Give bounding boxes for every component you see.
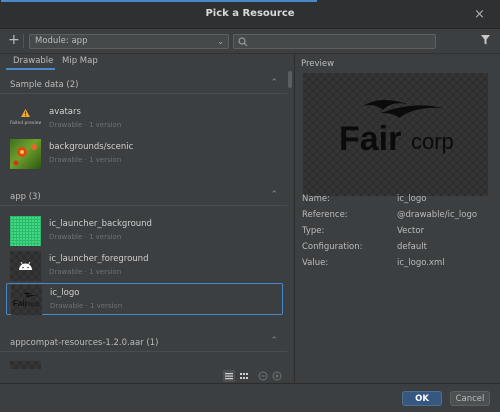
resource-item-ic-logo[interactable]: Fair corp ic_logo Drawable · 1 version xyxy=(6,283,283,315)
property-row: Name: ic_logo xyxy=(302,194,497,206)
fair-logo-thumb-icon: Fair corp xyxy=(13,292,40,308)
view-options-bar xyxy=(0,369,294,383)
failed-preview-label: Failed preview xyxy=(10,121,41,126)
section-header-app[interactable]: app (3) ⌃ xyxy=(0,190,287,204)
property-value: ic_logo xyxy=(397,194,427,204)
cancel-button[interactable]: Cancel xyxy=(450,391,490,406)
section-header-appcompat[interactable]: appcompat-resources-1.2.0.aar (1) ⌃ xyxy=(0,336,287,350)
android-icon xyxy=(19,261,32,270)
flower-image xyxy=(13,144,37,166)
resource-meta: Drawable · 1 version xyxy=(50,302,123,310)
resource-item-ic-launcher-background[interactable]: ic_launcher_background Drawable · 1 vers… xyxy=(6,215,283,247)
module-select[interactable]: Module: app ⌄ xyxy=(29,34,229,49)
scenic-thumbnail xyxy=(10,139,41,169)
chevron-down-icon: ⌄ xyxy=(217,37,224,46)
title-bar: Pick a Resource × xyxy=(0,0,500,29)
close-icon[interactable]: × xyxy=(471,6,488,23)
property-key: Name: xyxy=(302,194,330,204)
zoom-in-icon[interactable] xyxy=(272,371,282,381)
dialog-footer: OK Cancel xyxy=(0,383,500,412)
chevron-up-icon[interactable]: ⌃ xyxy=(270,336,278,346)
partial-thumbnail xyxy=(10,361,41,369)
scrollbar-thumb[interactable] xyxy=(288,71,292,88)
toolbar-separator xyxy=(23,34,24,48)
search-input[interactable] xyxy=(233,34,436,49)
resource-item-backgrounds-scenic[interactable]: backgrounds/scenic Drawable · 1 version xyxy=(6,138,283,170)
property-key: Value: xyxy=(302,258,329,268)
preview-title: Preview xyxy=(301,59,335,69)
property-row: Type: Vector xyxy=(302,226,497,238)
property-value: ic_logo.xml xyxy=(397,258,445,268)
resource-name: backgrounds/scenic xyxy=(49,142,134,152)
ok-button[interactable]: OK xyxy=(402,391,442,406)
resource-meta: Drawable · 1 version xyxy=(49,268,122,276)
add-resource-button[interactable]: + xyxy=(8,32,20,48)
property-row: Value: ic_logo.xml xyxy=(302,258,497,270)
tab-mip-map[interactable]: Mip Map xyxy=(62,56,98,66)
resource-list-panel: Drawable Mip Map Sample data (2) ⌃ Faile… xyxy=(0,54,294,383)
list-scrollbar[interactable] xyxy=(287,69,293,369)
tab-selection-indicator xyxy=(6,68,55,70)
svg-text:Fair: Fair xyxy=(13,299,28,308)
property-row: Reference: @drawable/ic_logo xyxy=(302,210,497,222)
title-accent-line xyxy=(1,0,317,2)
module-select-value: Module: app xyxy=(35,36,88,46)
resource-item-avatars[interactable]: Failed preview avatars Drawable · 1 vers… xyxy=(6,103,283,135)
section-label: app (3) xyxy=(10,192,41,202)
resource-meta: Drawable · 1 version xyxy=(49,156,122,164)
preview-panel: Preview Fair corp Name: ic_logo Referenc… xyxy=(295,54,500,383)
grid-view-icon[interactable] xyxy=(238,370,250,382)
resource-name: ic_logo xyxy=(50,288,80,298)
resource-name: ic_launcher_foreground xyxy=(49,254,149,264)
svg-text:corp: corp xyxy=(28,302,40,308)
property-value: default xyxy=(397,242,427,252)
chevron-up-icon[interactable]: ⌃ xyxy=(270,78,278,88)
resource-name: ic_launcher_background xyxy=(49,219,152,229)
toolbar: + Module: app ⌄ xyxy=(0,29,500,54)
logo-thumbnail: Fair corp xyxy=(11,285,42,315)
section-label: appcompat-resources-1.2.0.aar (1) xyxy=(10,338,159,348)
fair-corp-logo: Fair corp xyxy=(339,99,454,158)
section-header-sample-data[interactable]: Sample data (2) ⌃ xyxy=(0,78,287,92)
resource-meta: Drawable · 1 version xyxy=(49,121,122,129)
failed-preview-thumbnail: Failed preview xyxy=(10,104,41,134)
section-divider xyxy=(0,351,287,352)
property-row: Configuration: default xyxy=(302,242,497,254)
section-label: Sample data (2) xyxy=(10,80,79,90)
property-key: Configuration: xyxy=(302,242,363,252)
zoom-out-icon[interactable] xyxy=(258,371,268,381)
tab-drawable[interactable]: Drawable xyxy=(13,56,53,66)
property-key: Type: xyxy=(302,226,325,236)
property-value: @drawable/ic_logo xyxy=(397,210,478,220)
logo-text-fair: Fair xyxy=(339,120,401,158)
property-key: Reference: xyxy=(302,210,348,220)
logo-text-corp: corp xyxy=(411,129,454,154)
property-value: Vector xyxy=(397,226,425,236)
list-view-icon[interactable] xyxy=(223,370,235,382)
window-title: Pick a Resource xyxy=(205,8,295,19)
resource-item-ic-launcher-foreground[interactable]: ic_launcher_foreground Drawable · 1 vers… xyxy=(6,250,283,282)
search-icon xyxy=(238,37,248,47)
resource-meta: Drawable · 1 version xyxy=(49,233,122,241)
preview-image: Fair corp xyxy=(303,73,488,196)
tab-bar: Drawable Mip Map xyxy=(0,54,294,70)
grid-thumbnail xyxy=(10,216,41,246)
section-divider xyxy=(0,205,287,206)
filter-icon[interactable] xyxy=(481,35,490,45)
resource-name: avatars xyxy=(49,107,81,117)
section-divider xyxy=(0,93,287,94)
android-thumbnail xyxy=(10,251,41,281)
chevron-up-icon[interactable]: ⌃ xyxy=(270,190,278,200)
